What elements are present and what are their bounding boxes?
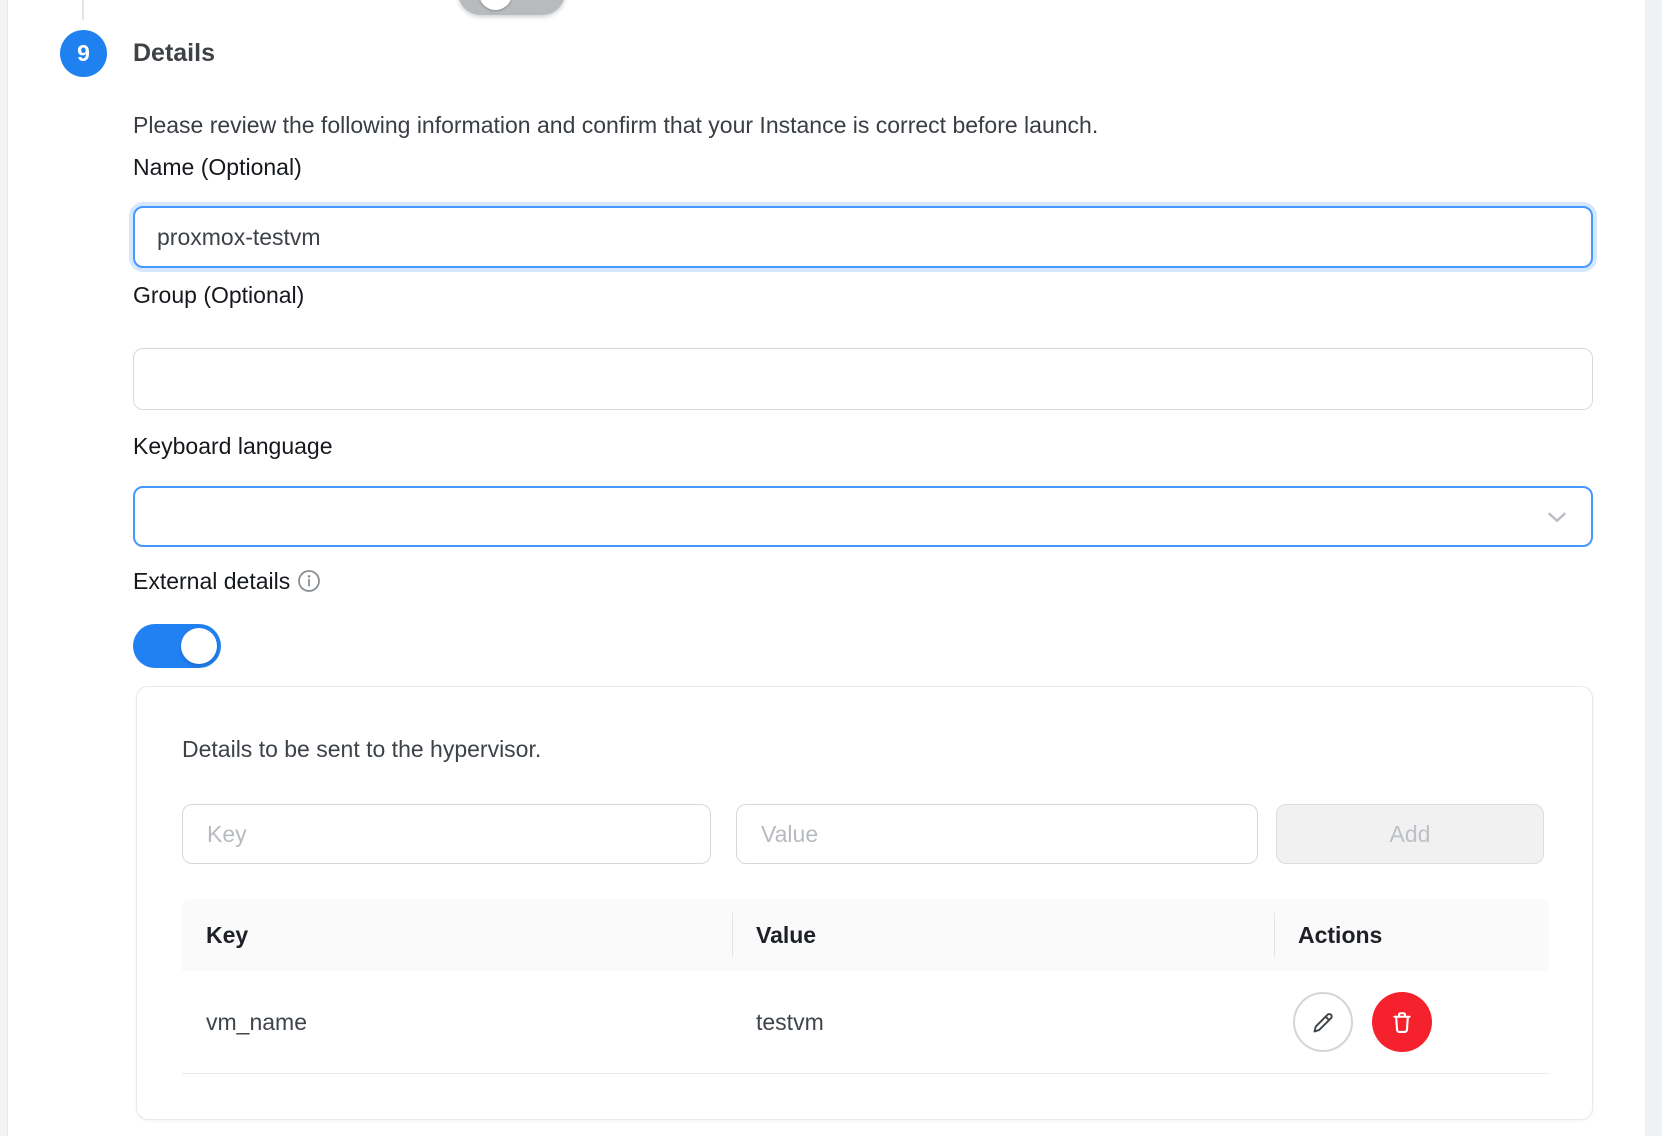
table-header-key: Key <box>182 899 732 971</box>
row-key-cell: vm_name <box>182 971 732 1073</box>
pencil-icon <box>1310 1009 1337 1036</box>
external-details-label: External details <box>133 566 290 596</box>
table-header-row: Key Value Actions <box>182 899 1549 971</box>
group-input[interactable] <box>133 348 1593 410</box>
page-left-divider <box>0 0 8 1136</box>
external-details-label-row: External details <box>133 566 321 596</box>
name-input[interactable] <box>133 206 1593 268</box>
hypervisor-key-input[interactable] <box>182 804 711 864</box>
info-icon[interactable] <box>297 569 321 593</box>
add-detail-button[interactable]: Add <box>1276 804 1544 864</box>
table-header-value: Value <box>732 899 1274 971</box>
edit-row-button[interactable] <box>1293 992 1353 1052</box>
name-field-label: Name (Optional) <box>133 152 302 182</box>
trash-icon <box>1388 1008 1416 1036</box>
previous-section-toggle[interactable] <box>458 0 565 15</box>
vertical-scrollbar[interactable] <box>1645 0 1662 1136</box>
hypervisor-details-panel: Details to be sent to the hypervisor. Ad… <box>136 686 1593 1120</box>
add-button-label: Add <box>1390 821 1431 848</box>
page-title: Details <box>133 39 215 68</box>
step-number-badge: 9 <box>60 30 107 77</box>
group-field-label: Group (Optional) <box>133 280 304 310</box>
hypervisor-details-table: Key Value Actions vm_name testvm <box>182 899 1549 1074</box>
toggle-knob <box>181 628 217 664</box>
table-header-actions: Actions <box>1274 899 1549 971</box>
hypervisor-panel-description: Details to be sent to the hypervisor. <box>182 735 541 763</box>
keyboard-language-label: Keyboard language <box>133 431 333 461</box>
instance-launch-details-step: 9 Details Please review the following in… <box>0 0 1662 1136</box>
chevron-down-icon <box>1542 502 1572 532</box>
step-number: 9 <box>77 40 90 67</box>
toggle-knob <box>479 0 512 10</box>
step-description: Please review the following information … <box>133 111 1098 139</box>
table-row: vm_name testvm <box>182 971 1549 1074</box>
row-actions-cell <box>1274 971 1549 1073</box>
row-value-cell: testvm <box>732 971 1274 1073</box>
step-connector-line <box>82 0 84 20</box>
delete-row-button[interactable] <box>1372 992 1432 1052</box>
keyboard-language-select[interactable] <box>133 486 1593 547</box>
external-details-toggle[interactable] <box>133 624 221 668</box>
hypervisor-value-input[interactable] <box>736 804 1258 864</box>
